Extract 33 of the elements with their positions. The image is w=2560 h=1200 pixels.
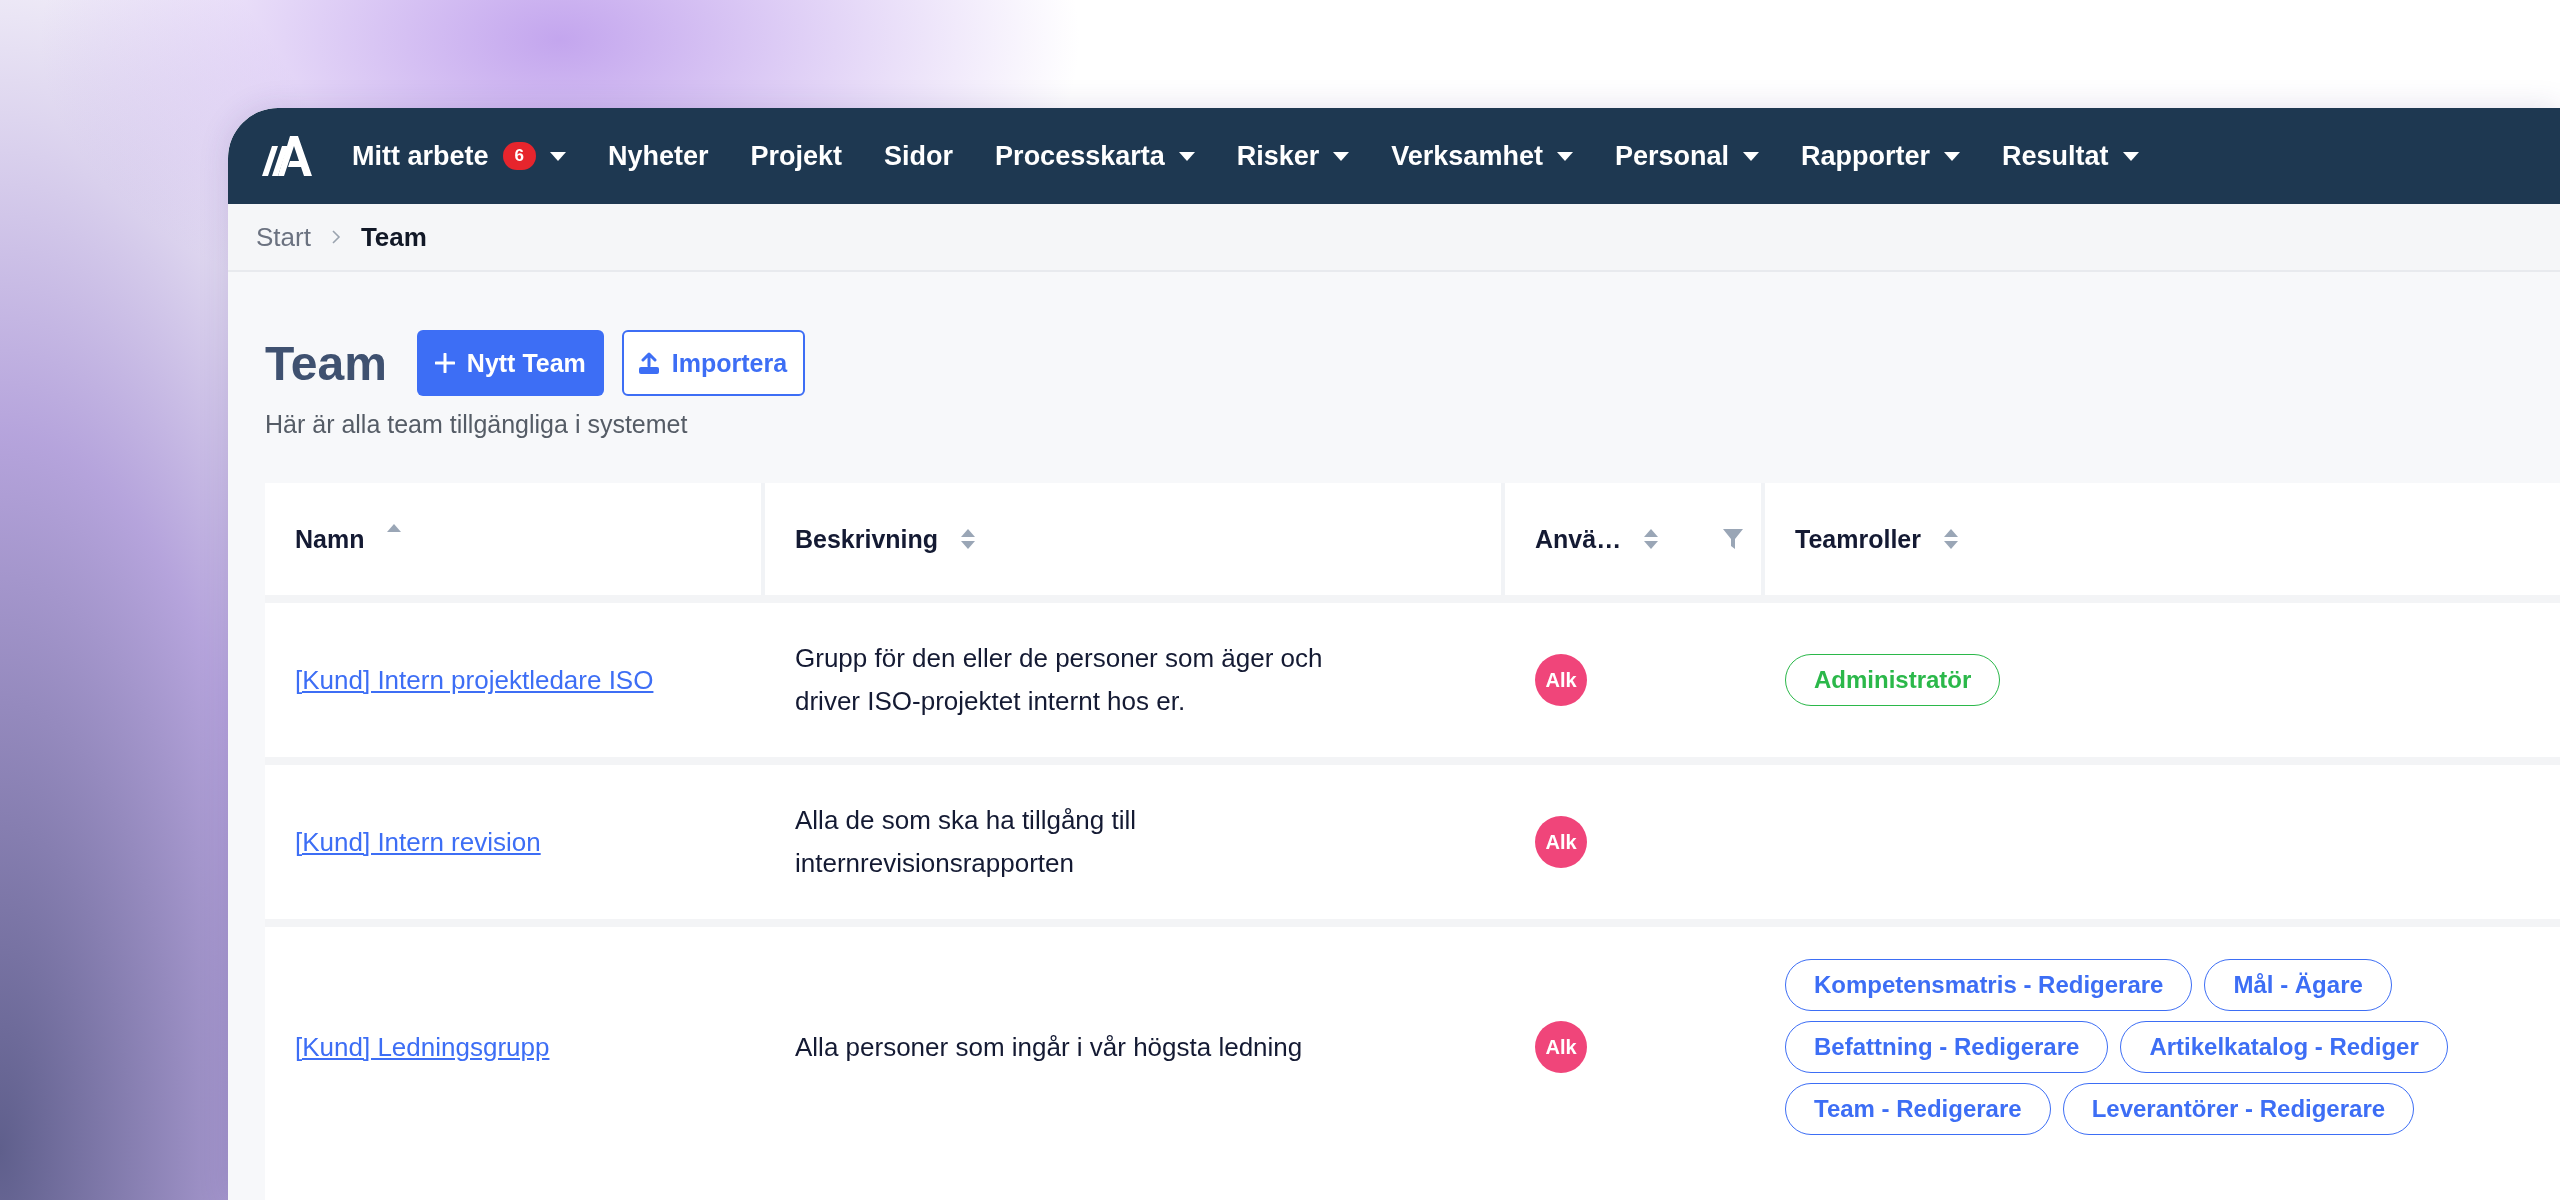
- nav-menu-item[interactable]: Projekt: [750, 140, 843, 172]
- page-subtitle: Här är alla team tillgängliga i systemet: [265, 410, 689, 439]
- column-header[interactable]: Namn: [295, 524, 365, 554]
- user-avatar: Alk: [1535, 1021, 1587, 1073]
- user-avatar: Alk: [1535, 654, 1587, 706]
- nav-menu-item[interactable]: Nyheter: [608, 140, 709, 172]
- team-name-link[interactable]: [Kund] Intern revision: [295, 820, 541, 864]
- nav-menu-item[interactable]: Personal: [1614, 140, 1759, 172]
- column-header[interactable]: Teamroller: [1795, 524, 1921, 554]
- column-header[interactable]: Anvä…: [1535, 524, 1622, 554]
- nav-menu-item[interactable]: Verksamhet: [1391, 140, 1573, 172]
- nav-menu-item[interactable]: Resultat: [2002, 140, 2139, 172]
- nav-menu-item[interactable]: Rapporter: [1800, 140, 1960, 172]
- breadcrumb-link[interactable]: Team: [360, 221, 427, 253]
- nav-menu-item[interactable]: Mitt arbete 6: [352, 140, 566, 172]
- description-text: Grupp för den eller de personer som äger och driver ISO-projektet internt hos er.: [795, 642, 1324, 718]
- user-avatar: Alk: [1535, 816, 1587, 868]
- plus-icon: [434, 353, 455, 373]
- description-text: Alla personer som ingår i vår högsta ledning: [795, 1030, 1303, 1064]
- import-button[interactable]: Importera: [621, 330, 806, 396]
- chevron-icon: [330, 230, 341, 244]
- nav-menu-item[interactable]: Risker: [1236, 140, 1350, 172]
- column-header[interactable]: Beskrivning: [795, 524, 939, 554]
- breadcrumb-link[interactable]: Start: [256, 221, 311, 253]
- nav-menu-item[interactable]: Sidor: [884, 140, 954, 172]
- description-text: Alla de som ska ha tillgång till internrevisionsrapporten: [795, 804, 1138, 880]
- page-title: Team: [265, 335, 387, 391]
- upload-icon: [637, 352, 660, 374]
- team-name-link[interactable]: [Kund] Ledningsgrupp: [295, 1025, 550, 1069]
- notification-badge: 6: [502, 142, 536, 170]
- new-team-button[interactable]: Nytt Team: [416, 330, 604, 396]
- team-name-link[interactable]: [Kund] Intern projektledare ISO: [295, 658, 654, 702]
- nav-menu-item[interactable]: Processkarta: [995, 140, 1195, 172]
